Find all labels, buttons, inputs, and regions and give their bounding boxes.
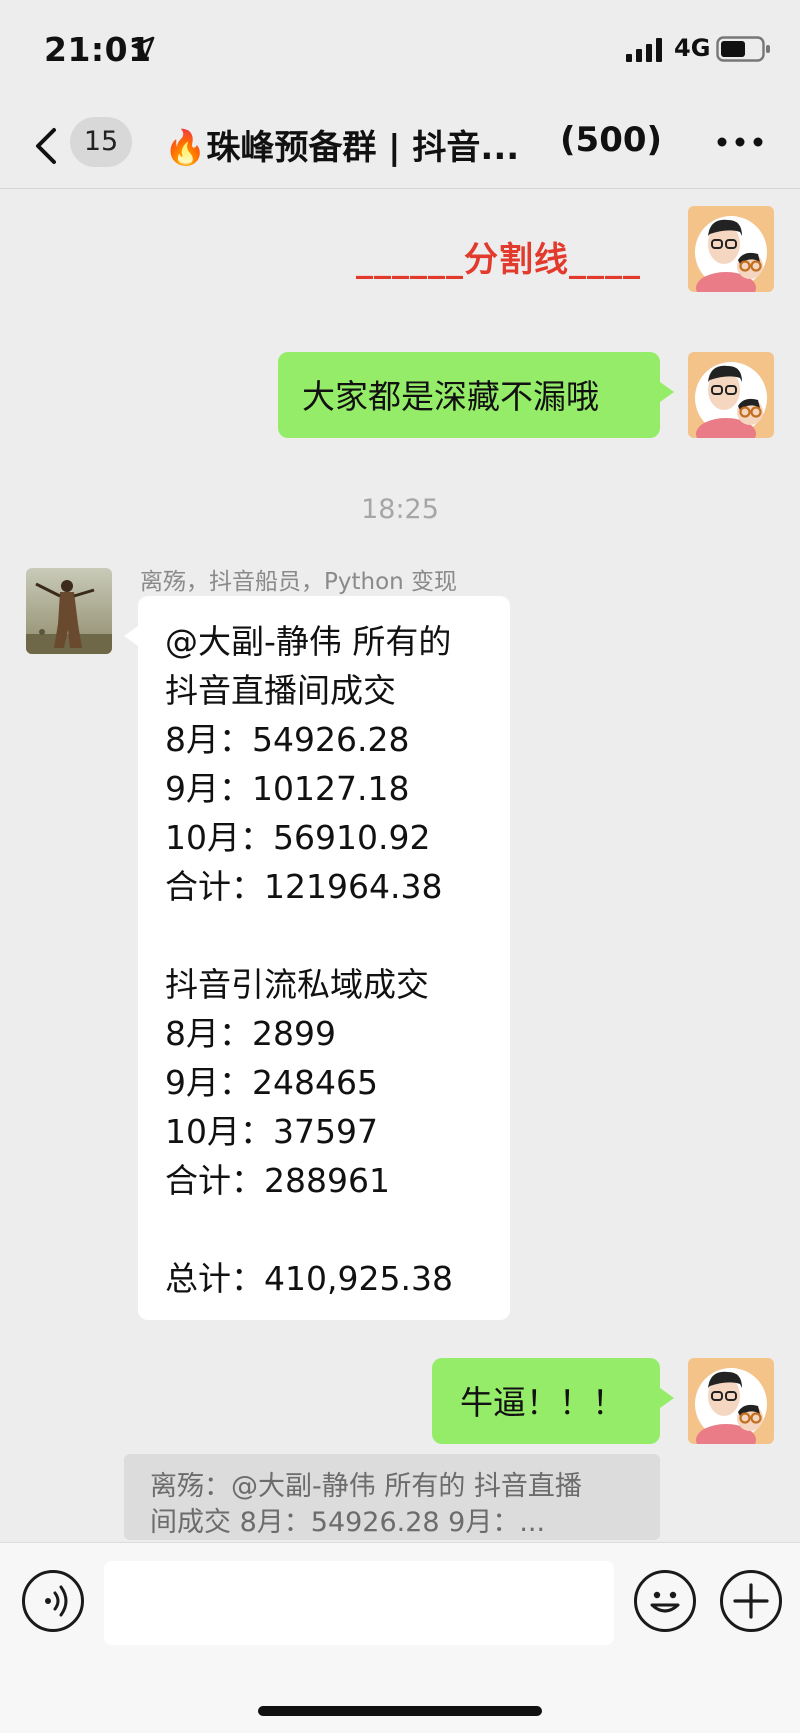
message-line [165, 911, 453, 960]
quote-line: 离殇：@大副-静伟 所有的 抖音直播 [150, 1471, 582, 1502]
my-message-bubble[interactable]: 大家都是深藏不漏哦 [278, 352, 674, 438]
sender-name: 离殇，抖音船员，Python 变现 [140, 569, 458, 595]
quoted-message-preview[interactable]: 离殇：@大副-静伟 所有的 抖音直播 间成交 8月：54926.28 9月：..… [124, 1454, 660, 1540]
cartoon-avatar-icon [688, 352, 774, 438]
my-message-bubble[interactable]: 牛逼！！！ [432, 1358, 674, 1444]
message-line: 合计：288961 [165, 1161, 390, 1200]
message-input[interactable] [104, 1561, 614, 1645]
group-title: 🔥珠峰预备群 | 抖音... [164, 128, 520, 168]
message-line [165, 1205, 453, 1254]
message-line: 9月：248465 [165, 1063, 378, 1102]
status-bar: 21:01 4G [0, 0, 800, 100]
message-line: 8月：54926.28 [165, 720, 410, 759]
message-line: 抖音引流私域成交 [165, 965, 429, 1004]
cartoon-avatar-icon [688, 206, 774, 292]
my-avatar[interactable] [688, 206, 774, 292]
my-avatar[interactable] [688, 1358, 774, 1444]
plus-icon [733, 1583, 769, 1619]
network-type: 4G [674, 34, 711, 62]
my-avatar[interactable] [688, 352, 774, 438]
signal-strength-icon [626, 38, 662, 62]
chat-header: 15 🔥珠峰预备群 | 抖音... (500) [0, 100, 800, 189]
input-toolbar [0, 1542, 800, 1733]
message-line: 10月：37597 [165, 1112, 378, 1151]
more-options-icon[interactable] [716, 130, 764, 154]
cartoon-avatar-icon [688, 1358, 774, 1444]
quote-line: 间成交 8月：54926.28 9月：... [150, 1507, 546, 1538]
more-actions-button[interactable] [720, 1570, 782, 1632]
incoming-message-bubble[interactable]: @大副-静伟 所有的 抖音直播间成交 8月：54926.28 9月：10127.… [124, 596, 510, 1320]
message-line: 9月：10127.18 [165, 769, 410, 808]
message-text: 大家都是深藏不漏哦 [302, 377, 599, 416]
message-line: 8月：2899 [165, 1014, 336, 1053]
message-text: 牛逼！！！ [460, 1383, 625, 1422]
message-line: 合计：121964.38 [165, 867, 443, 906]
battery-icon [716, 36, 770, 62]
sender-avatar[interactable] [26, 568, 112, 654]
home-indicator[interactable] [258, 1706, 542, 1716]
voice-input-button[interactable] [22, 1570, 84, 1632]
message-timestamp: 18:25 [361, 494, 439, 525]
location-arrow-icon [131, 36, 155, 60]
message-line: 抖音直播间成交 [165, 671, 396, 710]
message-text: @大副-静伟 所有的 抖音直播间成交 8月：54926.28 9月：10127.… [165, 617, 453, 1303]
voice-wave-icon [45, 1585, 68, 1617]
back-arrow-icon[interactable] [30, 124, 70, 168]
member-count: (500) [560, 120, 663, 160]
unread-count-badge[interactable]: 15 [70, 117, 132, 167]
message-line: @大副-静伟 所有的 [165, 622, 452, 661]
message-line: 总计：410,925.38 [165, 1259, 453, 1298]
divider-message[interactable]: ______分割线____ [356, 232, 641, 281]
warrior-avatar-icon [26, 568, 112, 654]
emoji-button[interactable] [634, 1570, 696, 1632]
smiley-icon [650, 1591, 680, 1613]
message-line: 10月：56910.92 [165, 818, 431, 857]
